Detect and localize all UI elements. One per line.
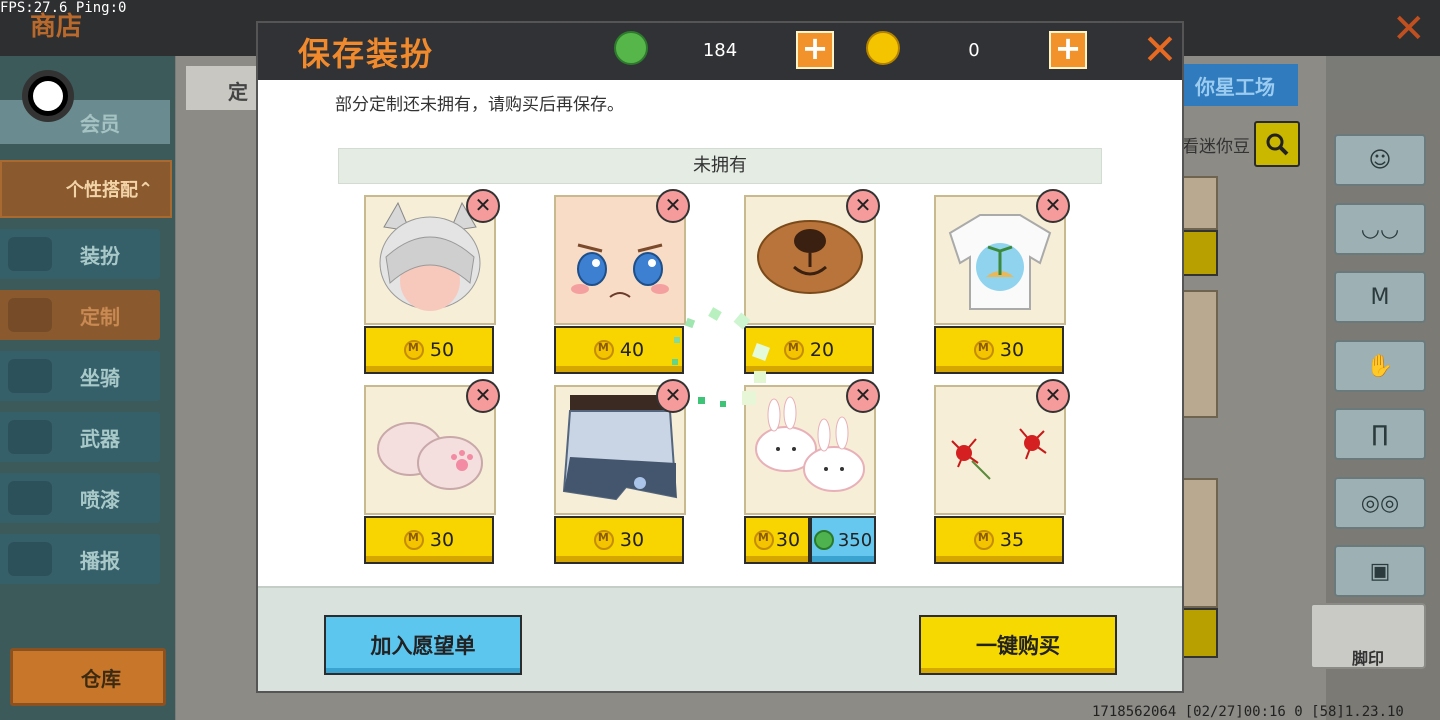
bg-price — [1182, 230, 1218, 276]
joystick[interactable] — [22, 70, 74, 122]
shoes-icon[interactable]: ◎◎ — [1334, 477, 1426, 529]
coin-icon — [973, 340, 994, 360]
coin-price-button[interactable]: 50 — [364, 326, 494, 374]
sidebar-item-outfit[interactable]: 装扮 — [0, 229, 160, 279]
dialog-header: 保存装扮 184 + 0 + ✕ — [258, 23, 1182, 80]
search-hint: 看迷你豆 — [1182, 137, 1250, 157]
footprint-button[interactable]: 脚印 — [1310, 603, 1426, 669]
search-icon[interactable] — [1254, 121, 1300, 167]
coin-icon — [753, 530, 774, 550]
coin-icon — [973, 530, 994, 550]
coin-price-button[interactable]: 30 — [934, 326, 1064, 374]
shop-close-icon[interactable]: ✕ — [1392, 6, 1426, 52]
remove-item-icon[interactable]: ✕ — [846, 189, 880, 223]
coin-icon — [403, 530, 424, 550]
gun-icon — [8, 420, 52, 454]
add-to-wishlist-button[interactable]: 加入愿望单 — [324, 615, 522, 675]
glove-icon[interactable]: ✋ — [1334, 340, 1426, 392]
remove-item-icon[interactable]: ✕ — [656, 189, 690, 223]
sidebar-item-mount[interactable]: 坐骑 — [0, 351, 160, 401]
section-header: 未拥有 — [338, 148, 1102, 184]
coin-icon — [593, 340, 614, 360]
sidebar-item-weapon[interactable]: 武器 — [0, 412, 160, 462]
gem-price-button[interactable]: 350 — [810, 516, 876, 564]
add-coins-button[interactable]: + — [1049, 31, 1087, 69]
coin-balance: 0 + — [866, 31, 1096, 71]
spray-icon — [8, 481, 52, 515]
head-icon[interactable]: ☺ — [1334, 134, 1426, 186]
pencil-icon — [8, 298, 52, 332]
coin-icon — [783, 340, 804, 360]
shirt-icon[interactable]: M — [1334, 271, 1426, 323]
remove-item-icon[interactable]: ✕ — [1036, 189, 1070, 223]
tab-workshop[interactable]: 你星工场 — [1172, 64, 1298, 106]
remove-item-icon[interactable]: ✕ — [656, 379, 690, 413]
coin-price-button[interactable]: 35 — [934, 516, 1064, 564]
gem-balance: 184 + — [614, 31, 834, 71]
sidebar-item-spray[interactable]: 喷漆 — [0, 473, 160, 523]
remove-item-icon[interactable]: ✕ — [1036, 379, 1070, 413]
bg-card — [1182, 176, 1218, 230]
bg-price — [1182, 608, 1218, 658]
pants-icon[interactable]: ∏ — [1334, 408, 1426, 460]
remove-item-icon[interactable]: ✕ — [846, 379, 880, 413]
sidebar-item-broadcast[interactable]: 播报 — [0, 534, 160, 584]
item-card[interactable]: ✕ 35 — [934, 379, 1070, 565]
coin-icon — [866, 31, 900, 65]
coin-price-button[interactable]: 30 — [744, 516, 810, 564]
save-outfit-dialog: 保存装扮 184 + 0 + ✕ 部分定制还未拥有，请购买后再保存。 未拥有 ✕… — [258, 23, 1182, 691]
item-card[interactable]: ✕ 30 — [364, 379, 500, 565]
gem-icon — [614, 31, 648, 65]
mount-icon — [8, 359, 52, 393]
tab-custom[interactable]: 定 — [186, 66, 266, 110]
bg-card — [1182, 478, 1218, 608]
item-card[interactable]: ✕ 50 — [364, 189, 500, 375]
sidebar-item-custom[interactable]: 定制 — [0, 290, 160, 340]
bg-card — [1182, 290, 1218, 418]
fps-readout: FPS:27.6 Ping:0 — [0, 0, 127, 16]
add-gems-button[interactable]: + — [796, 31, 834, 69]
coin-icon — [593, 530, 614, 550]
remove-item-icon[interactable]: ✕ — [466, 379, 500, 413]
sidebar-item-personal[interactable]: 个性搭配 ⌃ — [0, 160, 172, 218]
gem-count: 184 — [702, 40, 738, 61]
dialog-title: 保存装扮 — [298, 35, 435, 73]
item-card[interactable]: ✕ 30 — [934, 189, 1070, 375]
coin-price-button[interactable]: 30 — [554, 516, 684, 564]
coin-icon — [403, 340, 424, 360]
close-icon[interactable]: ✕ — [1140, 29, 1180, 71]
broadcast-icon — [8, 542, 52, 576]
notice-text: 部分定制还未拥有，请购买后再保存。 — [335, 95, 624, 115]
version-footer: 1718562064 [02/27]00:16 0 [58]1.23.10 — [1092, 704, 1404, 720]
shirt-icon — [8, 237, 52, 271]
warehouse-button[interactable]: 仓库 — [10, 648, 166, 706]
gem-icon — [813, 530, 834, 550]
remove-item-icon[interactable]: ✕ — [466, 189, 500, 223]
mask-icon[interactable]: ◡◡ — [1334, 203, 1426, 255]
backpack-icon[interactable]: ▣ — [1334, 545, 1426, 597]
buy-all-button[interactable]: 一键购买 — [919, 615, 1117, 675]
coin-count: 0 — [968, 40, 980, 61]
coin-price-button[interactable]: 30 — [364, 516, 494, 564]
